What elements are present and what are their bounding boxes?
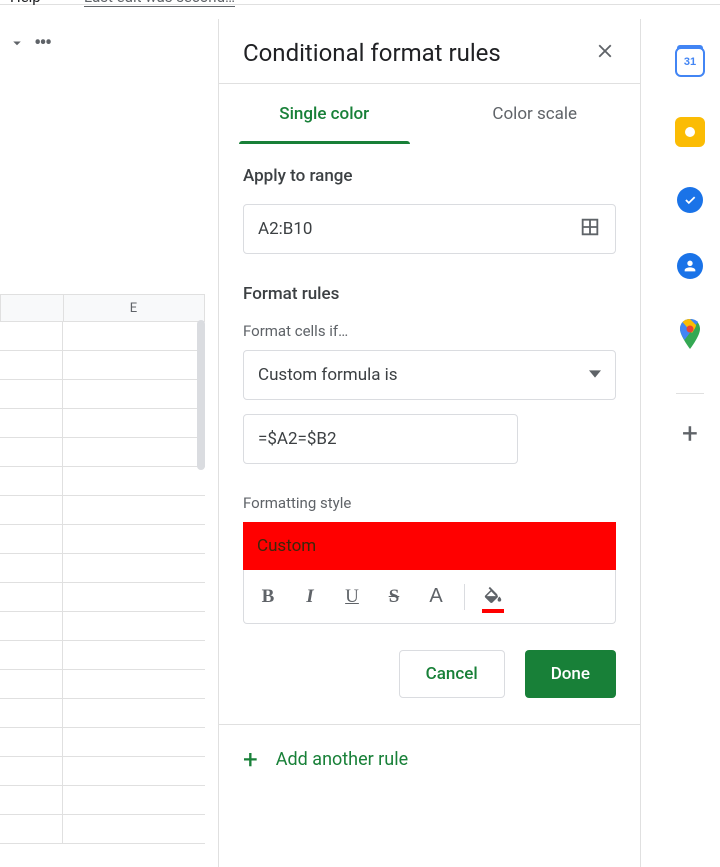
- cell[interactable]: [62, 583, 205, 612]
- chevron-down-icon: [589, 365, 601, 385]
- cell[interactable]: [0, 670, 62, 699]
- toolbar-overflow[interactable]: •••: [34, 31, 50, 56]
- side-rail: 31 +: [660, 19, 720, 867]
- maps-icon[interactable]: [678, 319, 702, 353]
- underline-button[interactable]: U: [332, 577, 372, 617]
- format-rules-label: Format rules: [243, 284, 616, 304]
- tab-single-color[interactable]: Single color: [219, 84, 430, 144]
- menubar: Help Last edit was second…: [0, 0, 720, 5]
- cell[interactable]: [0, 467, 62, 496]
- add-another-rule[interactable]: + Add another rule: [219, 724, 640, 794]
- tabs: Single color Color scale: [219, 84, 640, 144]
- cell[interactable]: [62, 699, 205, 728]
- cell[interactable]: [62, 612, 205, 641]
- cell[interactable]: [62, 815, 205, 844]
- cell[interactable]: [62, 351, 205, 380]
- cell[interactable]: [0, 525, 62, 554]
- formula-input[interactable]: =$A2=$B2: [243, 414, 518, 464]
- cell[interactable]: [62, 728, 205, 757]
- style-toolbar: B I U S A: [243, 570, 616, 624]
- add-another-rule-label: Add another rule: [276, 749, 408, 770]
- cell[interactable]: [0, 351, 62, 380]
- range-value: A2:B10: [258, 219, 579, 239]
- bold-button[interactable]: B: [248, 577, 288, 617]
- cell[interactable]: [62, 409, 205, 438]
- rail-separator: [676, 393, 704, 394]
- cell[interactable]: [62, 467, 205, 496]
- apply-to-range-label: Apply to range: [243, 166, 616, 186]
- menu-help[interactable]: Help: [10, 0, 41, 6]
- cancel-button[interactable]: Cancel: [399, 650, 505, 698]
- cell[interactable]: [0, 409, 62, 438]
- cell[interactable]: [62, 322, 205, 351]
- separator: [464, 584, 465, 610]
- fill-color-button[interactable]: [473, 577, 513, 617]
- calendar-icon[interactable]: 31: [675, 47, 705, 77]
- filter-dropdown-icon[interactable]: [8, 34, 26, 52]
- cell[interactable]: [62, 380, 205, 409]
- cell[interactable]: [62, 786, 205, 815]
- cell[interactable]: [62, 496, 205, 525]
- cell[interactable]: [62, 554, 205, 583]
- contacts-icon[interactable]: [677, 253, 703, 279]
- done-button[interactable]: Done: [525, 650, 616, 698]
- cell[interactable]: [0, 641, 62, 670]
- tasks-icon[interactable]: [677, 187, 703, 213]
- conditional-format-panel: Conditional format rules Single color Co…: [218, 19, 641, 867]
- style-preview[interactable]: Custom: [243, 522, 616, 570]
- sheet-fragment: E: [0, 294, 205, 844]
- cell[interactable]: [0, 496, 62, 525]
- cell[interactable]: [62, 641, 205, 670]
- close-icon[interactable]: [594, 40, 616, 66]
- select-range-icon[interactable]: [579, 216, 601, 243]
- cell[interactable]: [0, 554, 62, 583]
- cell[interactable]: [0, 380, 62, 409]
- col-header-e[interactable]: E: [64, 295, 204, 321]
- rule-type-select[interactable]: Custom formula is: [243, 350, 616, 400]
- range-input[interactable]: A2:B10: [243, 204, 616, 254]
- italic-button[interactable]: I: [290, 577, 330, 617]
- cell[interactable]: [62, 670, 205, 699]
- cell[interactable]: [0, 322, 62, 351]
- cell[interactable]: [0, 815, 62, 844]
- strikethrough-button[interactable]: S: [374, 577, 414, 617]
- text-color-button[interactable]: A: [416, 577, 456, 617]
- cell[interactable]: [0, 786, 62, 815]
- cell[interactable]: [0, 438, 62, 467]
- cell[interactable]: [0, 583, 62, 612]
- keep-icon[interactable]: [675, 117, 705, 147]
- rule-type-value: Custom formula is: [258, 365, 589, 385]
- formatting-style-label: Formatting style: [243, 494, 616, 512]
- last-edit-link[interactable]: Last edit was second…: [84, 0, 235, 7]
- style-preview-text: Custom: [257, 536, 316, 556]
- cell[interactable]: [0, 612, 62, 641]
- tab-color-scale[interactable]: Color scale: [430, 84, 641, 144]
- cell[interactable]: [62, 757, 205, 786]
- format-cells-if-label: Format cells if…: [243, 322, 616, 340]
- fill-color-indicator: [482, 609, 504, 613]
- formula-value: =$A2=$B2: [258, 429, 337, 449]
- panel-title: Conditional format rules: [243, 39, 594, 67]
- scrollbar[interactable]: [197, 320, 205, 470]
- cell[interactable]: [0, 728, 62, 757]
- cell[interactable]: [62, 525, 205, 554]
- cell[interactable]: [0, 757, 62, 786]
- cell[interactable]: [0, 699, 62, 728]
- col-header-d[interactable]: [1, 295, 63, 321]
- cell[interactable]: [62, 438, 205, 467]
